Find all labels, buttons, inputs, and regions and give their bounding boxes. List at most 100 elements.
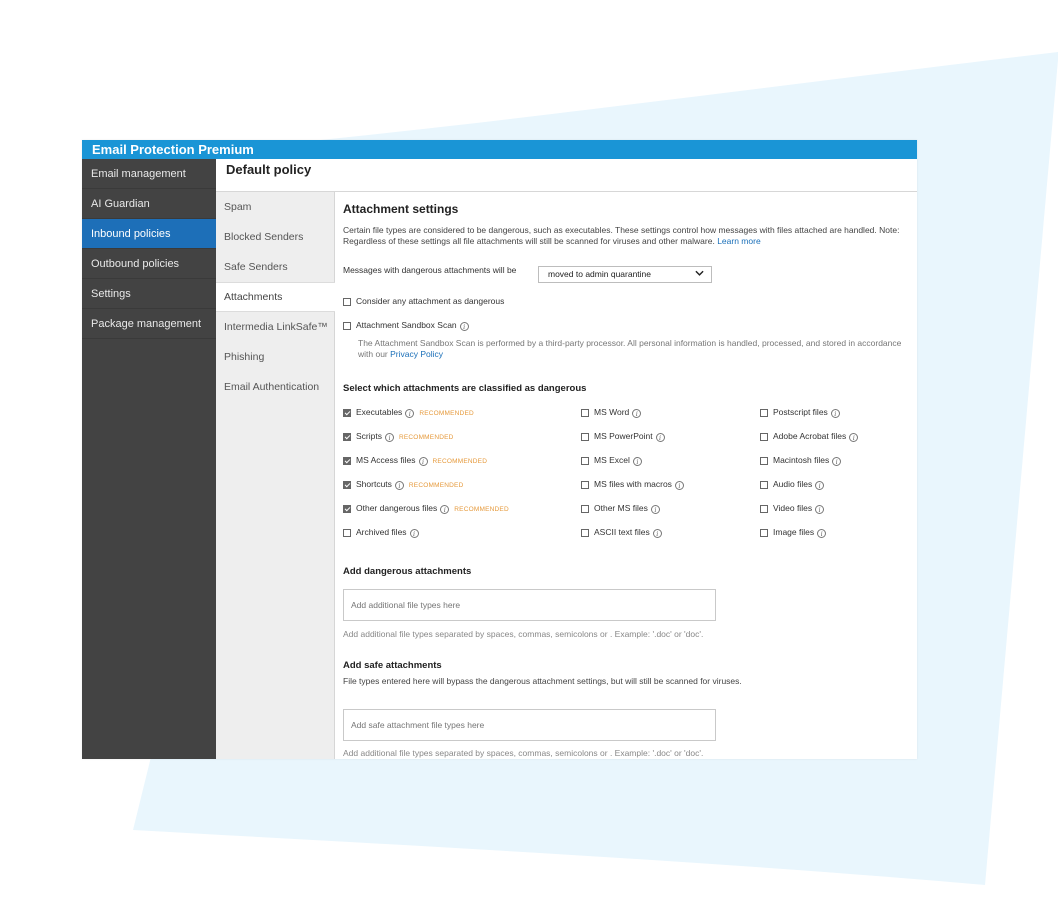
info-icon[interactable]: i: [652, 529, 662, 538]
attachment-type-option[interactable]: Archived files i: [343, 527, 419, 538]
info-icon[interactable]: i: [459, 322, 469, 331]
attachment-type-option[interactable]: Postscript files i: [760, 407, 840, 418]
info-icon[interactable]: i: [409, 529, 419, 538]
attachment-type-checkbox[interactable]: [581, 505, 589, 513]
info-icon[interactable]: i: [832, 457, 842, 466]
attachment-type-label: Postscript files: [773, 407, 828, 417]
attachment-type-option[interactable]: Audio files i: [760, 479, 825, 490]
attachment-type-checkbox[interactable]: [343, 433, 351, 441]
consider-any-checkbox[interactable]: [343, 298, 351, 306]
messages-action-label: Messages with dangerous attachments will…: [343, 265, 517, 275]
add-dangerous-hint: Add additional file types separated by s…: [343, 629, 704, 639]
attachment-type-checkbox[interactable]: [760, 481, 768, 489]
info-icon[interactable]: i: [632, 457, 642, 466]
page-title: Default policy: [226, 162, 312, 177]
subnav-item-safe-senders[interactable]: Safe Senders: [216, 252, 334, 282]
attachment-type-option[interactable]: ASCII text files i: [581, 527, 662, 538]
attachment-type-checkbox[interactable]: [581, 481, 589, 489]
attachment-type-option[interactable]: Executables i RECOMMENDED: [343, 407, 474, 418]
info-icon[interactable]: i: [815, 505, 825, 514]
add-safe-description: File types entered here will bypass the …: [343, 676, 742, 686]
attachment-type-option[interactable]: MS Access files i RECOMMENDED: [343, 455, 487, 466]
add-safe-input[interactable]: [343, 709, 716, 741]
sidebar-item-outbound-policies[interactable]: Outbound policies: [82, 249, 216, 279]
messages-action-select[interactable]: moved to admin quarantine: [538, 266, 712, 283]
info-icon[interactable]: i: [394, 481, 404, 490]
sandbox-checkbox[interactable]: [343, 322, 351, 330]
subnav-item-blocked-senders[interactable]: Blocked Senders: [216, 222, 334, 252]
attachment-type-checkbox[interactable]: [343, 505, 351, 513]
attachment-type-checkbox[interactable]: [343, 529, 351, 537]
attachment-type-option[interactable]: Other MS files i: [581, 503, 660, 514]
subnav-item-linksafe[interactable]: Intermedia LinkSafe™: [216, 312, 334, 342]
attachment-type-checkbox[interactable]: [760, 505, 768, 513]
sidebar-item-settings[interactable]: Settings: [82, 279, 216, 309]
attachment-type-checkbox[interactable]: [760, 529, 768, 537]
attachment-type-label: ASCII text files: [594, 527, 650, 537]
attachment-type-option[interactable]: Video files i: [760, 503, 825, 514]
info-icon[interactable]: i: [418, 457, 428, 466]
attachment-type-label: Other MS files: [594, 503, 648, 513]
attachment-type-checkbox[interactable]: [760, 409, 768, 417]
info-icon[interactable]: i: [815, 481, 825, 490]
attachment-type-option[interactable]: Other dangerous files i RECOMMENDED: [343, 503, 509, 514]
info-icon[interactable]: i: [650, 505, 660, 514]
attachment-type-label: Image files: [773, 527, 815, 537]
info-icon[interactable]: i: [674, 481, 684, 490]
attachment-type-checkbox[interactable]: [581, 409, 589, 417]
subnav-item-phishing[interactable]: Phishing: [216, 342, 334, 372]
info-icon[interactable]: i: [384, 433, 394, 442]
info-icon[interactable]: i: [440, 505, 450, 514]
sidebar-item-email-management[interactable]: Email management: [82, 159, 216, 189]
attachment-type-option[interactable]: Macintosh files i: [760, 455, 842, 466]
info-icon[interactable]: i: [632, 409, 642, 418]
info-icon[interactable]: i: [405, 409, 415, 418]
attachment-type-option[interactable]: MS PowerPoint i: [581, 431, 665, 442]
attachment-type-checkbox[interactable]: [581, 457, 589, 465]
subnav-item-spam[interactable]: Spam: [216, 192, 334, 222]
attachment-type-checkbox[interactable]: [760, 433, 768, 441]
attachment-type-checkbox[interactable]: [581, 529, 589, 537]
attachment-type-checkbox[interactable]: [760, 457, 768, 465]
subnav-item-attachments[interactable]: Attachments: [216, 282, 335, 312]
attachment-type-label: Shortcuts: [356, 479, 392, 489]
attachment-type-checkbox[interactable]: [343, 457, 351, 465]
attachment-type-checkbox[interactable]: [343, 409, 351, 417]
dangerous-section-title: Select which attachments are classified …: [343, 383, 587, 394]
info-icon[interactable]: i: [655, 433, 665, 442]
recommended-badge: RECOMMENDED: [419, 410, 474, 417]
section-description: Certain file types are considered to be …: [343, 225, 913, 247]
attachment-type-checkbox[interactable]: [581, 433, 589, 441]
consider-any-label: Consider any attachment as dangerous: [356, 296, 505, 306]
sidebar-item-inbound-policies[interactable]: Inbound policies: [82, 219, 216, 249]
attachment-type-label: MS PowerPoint: [594, 431, 653, 441]
attachment-type-option[interactable]: Scripts i RECOMMENDED: [343, 431, 454, 442]
attachment-type-option[interactable]: Image files i: [760, 527, 827, 538]
attachment-type-label: Other dangerous files: [356, 503, 438, 513]
attachment-type-option[interactable]: MS files with macros i: [581, 479, 684, 490]
sandbox-option[interactable]: Attachment Sandbox Scan i: [343, 320, 469, 331]
info-icon[interactable]: i: [849, 433, 859, 442]
attachment-type-option[interactable]: Shortcuts i RECOMMENDED: [343, 479, 463, 490]
app-window: Email Protection Premium Email managemen…: [82, 140, 917, 759]
subnav-item-email-authentication[interactable]: Email Authentication: [216, 372, 334, 402]
consider-any-option[interactable]: Consider any attachment as dangerous: [343, 296, 504, 306]
attachment-type-label: MS Word: [594, 407, 630, 417]
sandbox-note: The Attachment Sandbox Scan is performed…: [358, 338, 908, 360]
sidebar-item-ai-guardian[interactable]: AI Guardian: [82, 189, 216, 219]
attachment-type-option[interactable]: MS Word i: [581, 407, 642, 418]
sidebar-item-package-management[interactable]: Package management: [82, 309, 216, 339]
attachment-type-label: Macintosh files: [773, 455, 830, 465]
attachment-type-checkbox[interactable]: [343, 481, 351, 489]
attachment-type-label: MS Excel: [594, 455, 630, 465]
attachment-type-option[interactable]: MS Excel i: [581, 455, 642, 466]
privacy-policy-link[interactable]: Privacy Policy: [390, 349, 443, 359]
policy-header: Default policy: [216, 159, 917, 192]
policy-subnav: Spam Blocked Senders Safe Senders Attach…: [216, 192, 335, 759]
attachment-type-option[interactable]: Adobe Acrobat files i: [760, 431, 859, 442]
add-dangerous-input[interactable]: [343, 589, 716, 621]
info-icon[interactable]: i: [830, 409, 840, 418]
info-icon[interactable]: i: [817, 529, 827, 538]
learn-more-link[interactable]: Learn more: [717, 236, 760, 246]
attachment-settings-panel: Attachment settings Certain file types a…: [335, 192, 917, 759]
